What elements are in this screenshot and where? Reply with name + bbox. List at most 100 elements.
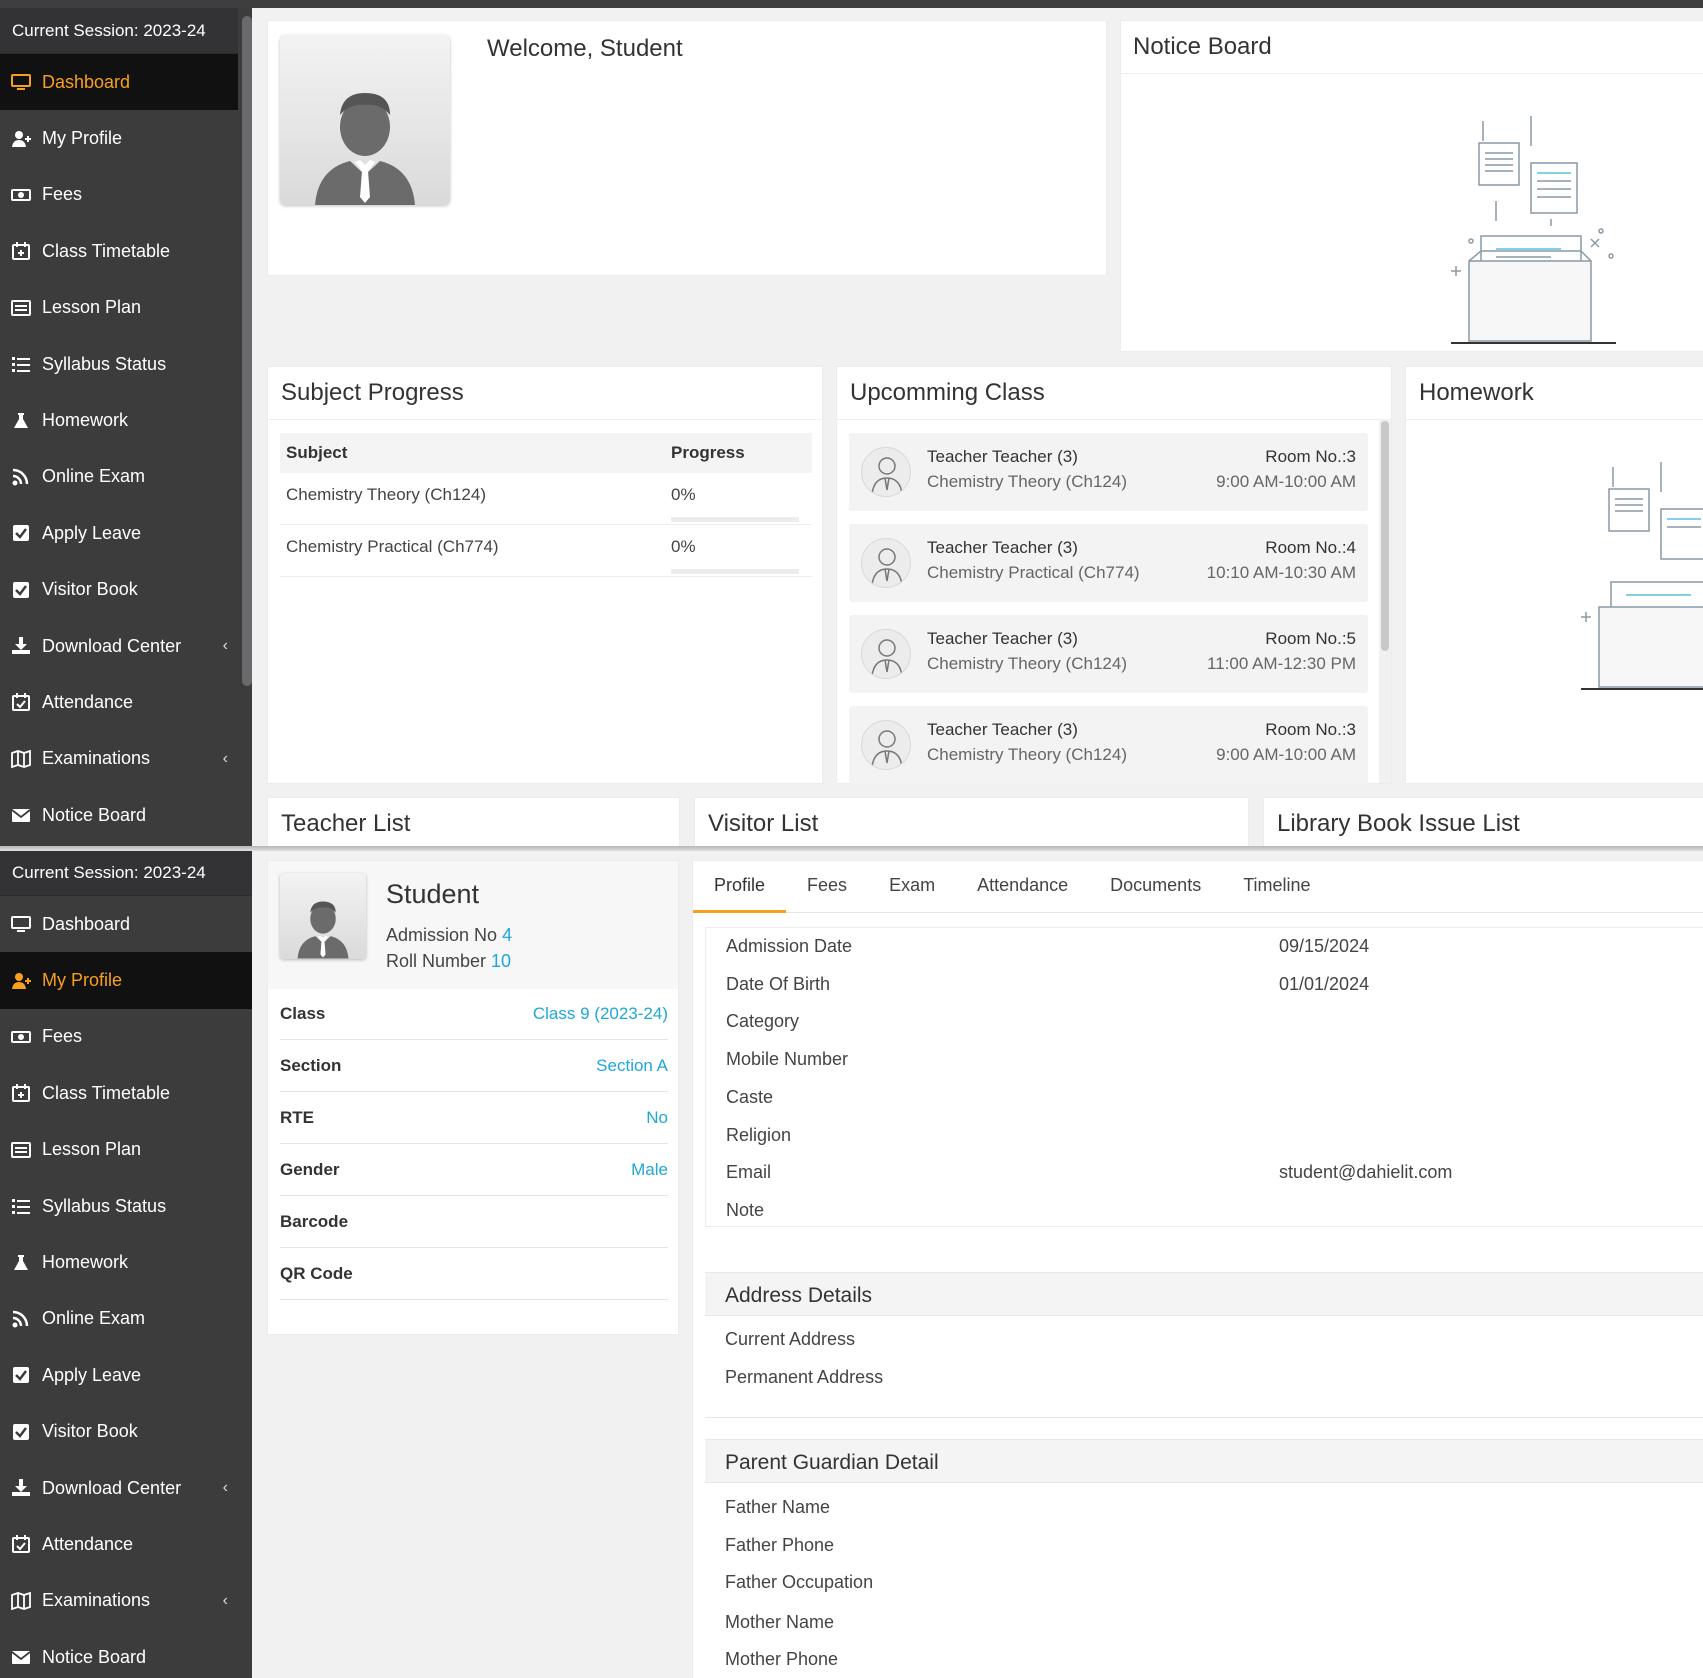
info-label: Barcode: [280, 1212, 349, 1231]
sidebar-item-label: Syllabus Status: [42, 353, 167, 374]
teacher-name: Teacher Teacher (3): [927, 447, 1078, 466]
profile-info-row: QR Code: [280, 1249, 668, 1300]
student-avatar: [280, 35, 450, 205]
calendar-check-icon: [10, 1535, 32, 1554]
sidebar-item-fees[interactable]: Fees: [0, 167, 252, 223]
sidebar-item-online-exam[interactable]: Online Exam: [0, 449, 252, 505]
session-label[interactable]: Current Session: 2023-24: [0, 850, 252, 896]
sidebar-item-homework[interactable]: Homework: [0, 392, 252, 448]
money-icon: [10, 1028, 32, 1046]
tab-exam[interactable]: Exam: [868, 861, 956, 913]
parent-field-label: Mother Phone: [725, 1649, 839, 1669]
sidebar-item-class-timetable[interactable]: Class Timetable: [0, 1065, 252, 1121]
upcoming-class-item[interactable]: Teacher Teacher (3) Chemistry Theory (Ch…: [849, 706, 1368, 784]
sidebar-item-label: My Profile: [42, 128, 123, 149]
upcoming-class-card: Upcomming Class Teacher Teacher (3) Chem…: [836, 366, 1392, 784]
parent-guardian-header: Parent Guardian Detail: [705, 1439, 1703, 1483]
sidebar-item-apply-leave[interactable]: Apply Leave: [0, 505, 252, 561]
sidebar-item-my-profile[interactable]: My Profile: [0, 952, 252, 1009]
progress-bar: [671, 569, 799, 574]
sidebar-item-syllabus-status[interactable]: Syllabus Status: [0, 336, 252, 392]
sidebar-item-class-timetable[interactable]: Class Timetable: [0, 223, 252, 279]
sidebar-item-lesson-plan[interactable]: Lesson Plan: [0, 280, 252, 336]
scrollbar-thumb[interactable]: [242, 16, 252, 686]
monitor-icon: [10, 73, 32, 91]
upcoming-scrollbar[interactable]: [1379, 419, 1391, 783]
address-field-label: Current Address: [725, 1329, 856, 1349]
parent-field-label: Father Occupation: [725, 1572, 874, 1592]
sidebar-item-download-center[interactable]: Download Center ‹: [0, 1460, 252, 1516]
rss-icon: [10, 1310, 32, 1328]
sidebar-item-label: Online Exam: [42, 1308, 146, 1329]
sidebar-item-dashboard[interactable]: Dashboard: [0, 896, 252, 952]
tab-fees[interactable]: Fees: [786, 861, 868, 913]
sidebar-scrollbar[interactable]: [238, 8, 252, 850]
sidebar-item-label: Lesson Plan: [42, 1139, 142, 1160]
admission-number: 4: [502, 925, 513, 945]
info-label: RTE: [280, 1108, 314, 1127]
student-name: Student: [386, 879, 480, 909]
scrollbar-thumb[interactable]: [1381, 421, 1389, 651]
sidebar-item-dashboard[interactable]: Dashboard: [0, 54, 252, 111]
sidebar-item-homework[interactable]: Homework: [0, 1234, 252, 1290]
welcome-card: Welcome, Student: [267, 20, 1107, 276]
list-icon: [10, 355, 32, 373]
sidebar-item-label: My Profile: [42, 970, 123, 991]
profile-screen: Current Session: 2023-24 Dashboard My Pro…: [0, 850, 1703, 1678]
sidebar-item-fees[interactable]: Fees: [0, 1009, 252, 1065]
flask-icon: [10, 1254, 32, 1272]
class-time: 9:00 AM-10:00 AM: [1216, 745, 1356, 764]
flask-icon: [10, 412, 32, 430]
sidebar-item-syllabus-status[interactable]: Syllabus Status: [0, 1178, 252, 1234]
tab-timeline[interactable]: Timeline: [1222, 861, 1331, 913]
info-value[interactable]: Male: [631, 1160, 668, 1180]
sidebar-item-online-exam[interactable]: Online Exam: [0, 1291, 252, 1347]
detail-label: Admission Date: [726, 936, 853, 956]
sidebar-item-examinations[interactable]: Examinations ‹: [0, 1573, 252, 1629]
tab-profile[interactable]: Profile: [693, 861, 787, 913]
sidebar-item-download-center[interactable]: Download Center ‹: [0, 618, 252, 674]
tab-documents[interactable]: Documents: [1089, 861, 1222, 913]
chevron-left-icon: ‹: [222, 1591, 228, 1609]
profile-info-row: Section Section A: [280, 1041, 668, 1092]
sidebar-item-attendance[interactable]: Attendance: [0, 674, 252, 730]
check-square-icon: [10, 1423, 32, 1441]
upcoming-class-item[interactable]: Teacher Teacher (3) Chemistry Theory (Ch…: [849, 433, 1368, 511]
tab-attendance[interactable]: Attendance: [956, 861, 1089, 913]
profile-card: Student Admission No 4 Roll Number 10 Cl…: [267, 860, 679, 1335]
column-header-subject: Subject: [286, 443, 348, 462]
chevron-left-icon: ‹: [222, 1479, 228, 1497]
sidebar-item-label: Dashboard: [42, 913, 131, 934]
upcoming-class-item[interactable]: Teacher Teacher (3) Chemistry Practical …: [849, 524, 1368, 602]
progress-value: 0%: [671, 537, 696, 556]
info-label: Section: [280, 1056, 342, 1075]
sidebar-item-notice-board[interactable]: Notice Board: [0, 787, 252, 843]
user-plus-icon: [10, 130, 32, 148]
sidebar-item-apply-leave[interactable]: Apply Leave: [0, 1347, 252, 1403]
admission-label: Admission No: [386, 925, 498, 945]
sidebar-item-notice-board[interactable]: Notice Board: [0, 1629, 252, 1678]
sidebar-item-lesson-plan[interactable]: Lesson Plan: [0, 1122, 252, 1178]
sidebar-item-my-profile[interactable]: My Profile: [0, 110, 252, 166]
teacher-list-title: Teacher List: [281, 810, 411, 837]
profile-info-row: RTE No: [280, 1093, 668, 1144]
session-label[interactable]: Current Session: 2023-24: [0, 8, 252, 54]
info-value[interactable]: Section A: [596, 1056, 668, 1076]
info-value[interactable]: Class 9 (2023-24): [533, 1004, 668, 1024]
subject-progress-title: Subject Progress: [268, 367, 822, 420]
detail-label: Category: [726, 1011, 800, 1032]
sidebar-item-visitor-book[interactable]: Visitor Book: [0, 562, 252, 618]
progress-cell: 0%: [671, 537, 812, 574]
sidebar-item-examinations[interactable]: Examinations ‹: [0, 731, 252, 787]
teacher-avatar-icon: [861, 720, 911, 770]
notice-board-card: Notice Board: [1120, 20, 1703, 352]
sidebar-item-visitor-book[interactable]: Visitor Book: [0, 1404, 252, 1460]
progress-bar: [671, 517, 799, 522]
info-value[interactable]: No: [646, 1108, 668, 1128]
sidebar-item-label: Download Center: [42, 1477, 182, 1498]
roll-number: 10: [491, 951, 512, 971]
upcoming-class-item[interactable]: Teacher Teacher (3) Chemistry Theory (Ch…: [849, 615, 1368, 693]
sidebar-item-label: Dashboard: [42, 71, 131, 92]
subject-progress-table: Subject Progress Chemistry Theory (Ch124…: [280, 433, 812, 577]
sidebar-item-attendance[interactable]: Attendance: [0, 1516, 252, 1572]
